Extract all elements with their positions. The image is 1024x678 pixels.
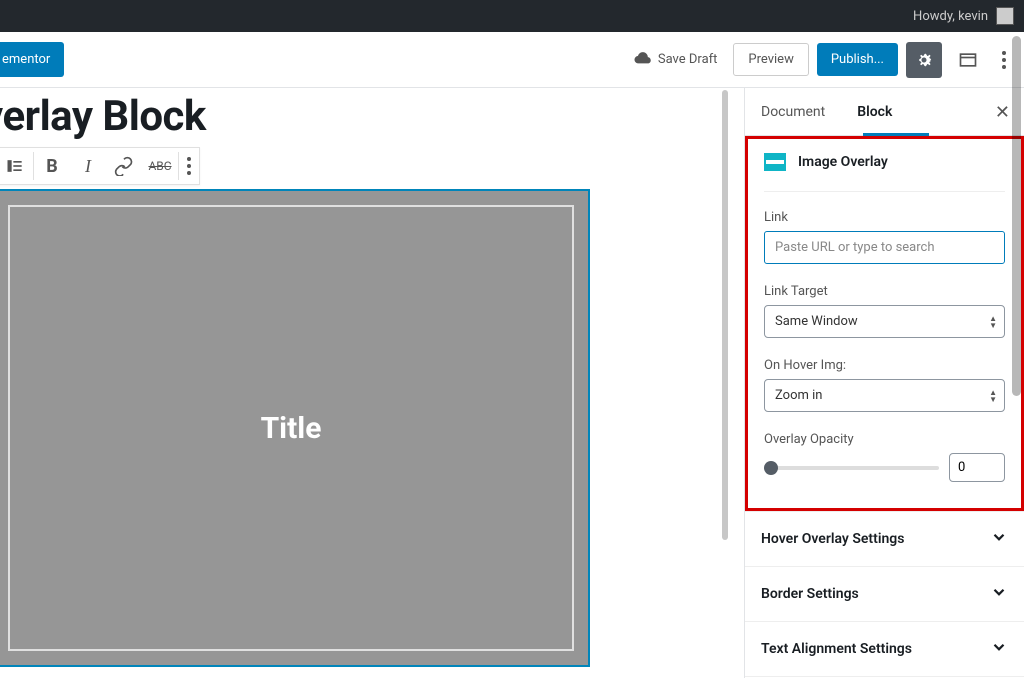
publish-button[interactable]: Publish... [817, 43, 898, 76]
toolbar-more-button[interactable] [179, 149, 199, 183]
link-target-group: Link Target Same Window ▲▼ [764, 284, 1005, 338]
hover-overlay-settings-panel[interactable]: Hover Overlay Settings [745, 511, 1024, 566]
opacity-number-input[interactable] [949, 453, 1005, 482]
settings-button[interactable] [906, 42, 942, 78]
panel-title: Text Alignment Settings [761, 641, 912, 657]
tab-block[interactable]: Block [841, 90, 908, 134]
more-menu-button[interactable] [994, 43, 1014, 77]
save-draft-label: Save Draft [658, 52, 718, 67]
hover-img-group: On Hover Img: Zoom in ▲▼ [764, 358, 1005, 412]
border-settings-panel[interactable]: Border Settings [745, 566, 1024, 621]
link-label: Link [764, 210, 1005, 225]
block-settings-panel: Image Overlay Link Link Target Same Wind… [745, 136, 1024, 511]
slider-thumb[interactable] [764, 461, 778, 475]
tab-document[interactable]: Document [745, 90, 841, 134]
page-title[interactable]: verlay Block [0, 92, 744, 141]
greeting-text: Howdy, kevin [913, 9, 988, 24]
panel-title: Hover Overlay Settings [761, 531, 904, 547]
image-overlay-block[interactable]: Title [0, 189, 590, 667]
link-input[interactable] [764, 231, 1005, 264]
cloud-icon [632, 48, 652, 72]
hover-img-select[interactable]: Zoom in [764, 379, 1005, 412]
hover-img-label: On Hover Img: [764, 358, 1005, 373]
block-name-text: Image Overlay [798, 154, 888, 170]
bold-button[interactable]: B [34, 148, 70, 184]
link-target-label: Link Target [764, 284, 1005, 299]
link-target-select[interactable]: Same Window [764, 305, 1005, 338]
panel-title: Border Settings [761, 586, 859, 602]
chevron-down-icon [990, 638, 1008, 660]
settings-sidebar: Document Block ✕ Image Overlay Link Link… [744, 88, 1024, 678]
preview-button[interactable]: Preview [733, 43, 808, 76]
italic-button[interactable]: I [70, 148, 106, 184]
link-button[interactable] [106, 148, 142, 184]
page-scrollbar[interactable] [1012, 36, 1021, 396]
layout-button[interactable] [950, 42, 986, 78]
block-toolbar: B I ABC [0, 147, 200, 185]
tab-underline [863, 133, 929, 136]
text-alignment-settings-panel[interactable]: Text Alignment Settings [745, 621, 1024, 676]
link-field-group: Link [764, 210, 1005, 264]
opacity-group: Overlay Opacity [764, 432, 1005, 482]
top-right-tools: Save Draft Preview Publish... [624, 40, 1014, 80]
image-overlay-icon [764, 153, 786, 171]
block-type-label: Image Overlay [764, 153, 1005, 192]
elementor-button[interactable]: ementor [0, 42, 64, 77]
strikethrough-button[interactable]: ABC [142, 148, 178, 184]
editor-top-bar: ementor Save Draft Preview Publish... [0, 32, 1024, 88]
avatar-icon [996, 7, 1014, 25]
align-button[interactable] [0, 148, 33, 184]
overlay-title-text: Title [261, 411, 322, 446]
opacity-label: Overlay Opacity [764, 432, 1005, 447]
close-sidebar-button[interactable]: ✕ [995, 102, 1010, 123]
opacity-slider[interactable] [764, 466, 939, 470]
save-draft-button[interactable]: Save Draft [624, 40, 726, 80]
canvas-scrollbar[interactable] [722, 90, 728, 540]
admin-bar: Howdy, kevin [0, 0, 1024, 32]
chevron-down-icon [990, 583, 1008, 605]
chevron-down-icon [990, 528, 1008, 550]
editor-canvas: verlay Block B I ABC Title [0, 88, 744, 678]
admin-user[interactable]: Howdy, kevin [913, 7, 1014, 25]
sidebar-tabs: Document Block ✕ [745, 88, 1024, 136]
